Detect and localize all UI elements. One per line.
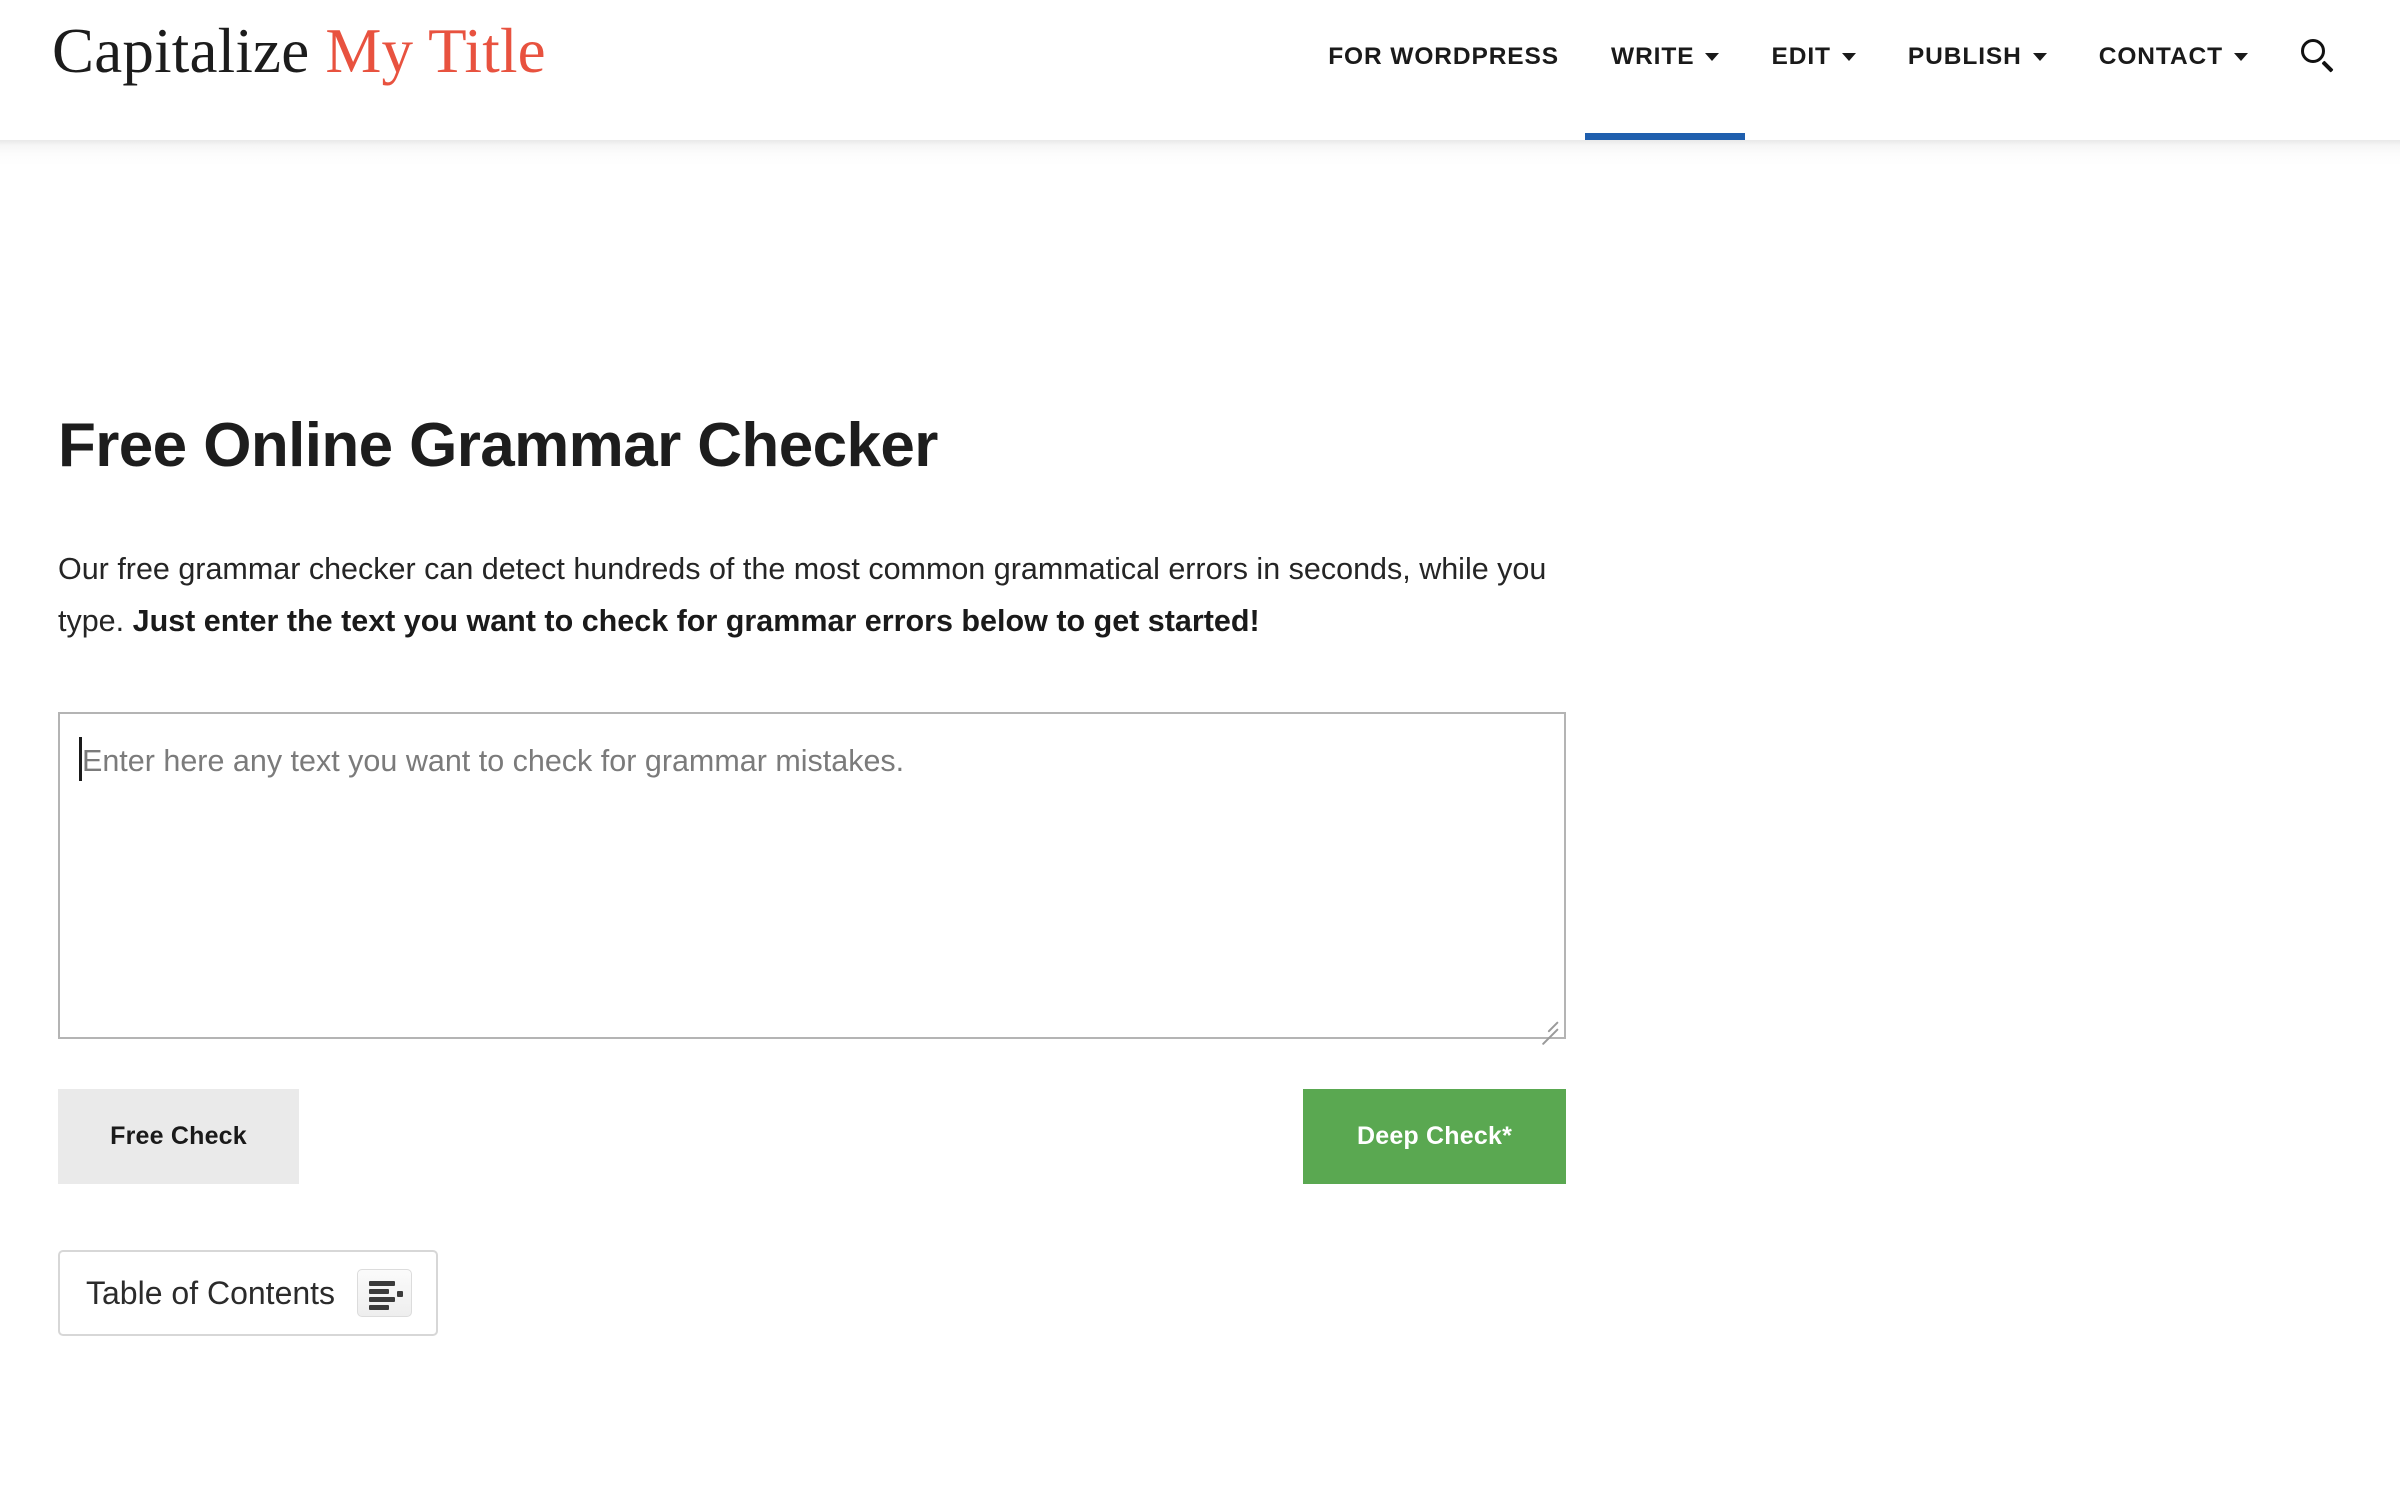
- nav-item-label: PUBLISH: [1907, 43, 2022, 70]
- nav-item-for-wordpress[interactable]: FOR WORDPRESS: [1302, 0, 1585, 140]
- logo-primary-text: Capitalize: [52, 16, 310, 86]
- textarea-placeholder: Enter here any text you want to check fo…: [82, 744, 905, 779]
- table-of-contents-label: Table of Contents: [86, 1275, 336, 1312]
- nav-item-contact[interactable]: CONTACT: [2073, 0, 2274, 140]
- chevron-down-icon: [1841, 53, 1856, 61]
- list-bullets-icon[interactable]: [357, 1269, 413, 1318]
- page-title: Free Online Grammar Checker: [58, 411, 938, 480]
- deep-check-button[interactable]: Deep Check*: [1303, 1089, 1566, 1185]
- grammar-input-textarea[interactable]: Enter here any text you want to check fo…: [58, 712, 1566, 1046]
- nav-item-label: EDIT: [1771, 43, 1831, 70]
- free-check-button[interactable]: Free Check: [58, 1089, 299, 1185]
- logo-accent-text: My Title: [325, 16, 546, 86]
- chevron-down-icon: [1705, 53, 1720, 61]
- search-icon: [2300, 38, 2336, 74]
- search-button[interactable]: [2274, 0, 2370, 140]
- intro-text-bold: Just enter the text you want to check fo…: [132, 604, 1260, 639]
- action-button-row: Free Check Deep Check*: [58, 1089, 1566, 1185]
- intro-paragraph: Our free grammar checker can detect hund…: [58, 480, 1578, 647]
- chevron-down-icon: [2032, 53, 2047, 61]
- nav-item-edit[interactable]: EDIT: [1745, 0, 1881, 140]
- site-logo[interactable]: Capitalize My Title: [52, 18, 546, 84]
- nav-item-publish[interactable]: PUBLISH: [1882, 0, 2073, 140]
- table-of-contents-box[interactable]: Table of Contents: [58, 1250, 439, 1337]
- chevron-down-icon: [2234, 53, 2248, 61]
- nav-item-label: WRITE: [1611, 43, 1695, 70]
- text-cursor: [79, 737, 82, 782]
- nav-item-write[interactable]: WRITE: [1585, 0, 1746, 140]
- nav-item-label: FOR WORDPRESS: [1328, 43, 1560, 70]
- textarea-resize-handle[interactable]: [1535, 1008, 1561, 1046]
- main-content: Free Online Grammar Checker Our free gra…: [0, 140, 2400, 1337]
- main-navigation: FOR WORDPRESS WRITE EDIT PUBLISH CONTACT: [1302, 0, 2370, 140]
- nav-item-label: CONTACT: [2098, 43, 2223, 70]
- site-header: Capitalize My Title FOR WORDPRESS WRITE …: [0, 0, 2400, 166]
